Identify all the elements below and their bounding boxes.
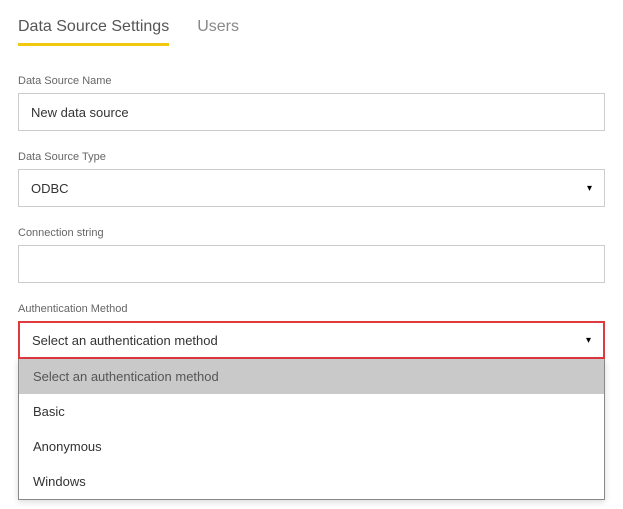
select-authentication-method[interactable]: Select an authentication method ▾ <box>18 321 605 359</box>
input-data-source-name[interactable] <box>18 93 605 131</box>
field-connection-string: Connection string <box>18 227 605 283</box>
field-authentication-method: Authentication Method Select an authenti… <box>18 303 605 500</box>
dropdown-option-windows[interactable]: Windows <box>19 464 604 499</box>
label-authentication-method: Authentication Method <box>18 303 605 315</box>
tab-users[interactable]: Users <box>197 12 239 46</box>
tab-data-source-settings[interactable]: Data Source Settings <box>18 12 169 46</box>
dropdown-authentication-method: Select an authentication method Basic An… <box>18 359 605 500</box>
label-data-source-type: Data Source Type <box>18 151 605 163</box>
select-authentication-method-value: Select an authentication method <box>32 333 218 348</box>
select-data-source-type-value: ODBC <box>31 181 69 196</box>
label-data-source-name: Data Source Name <box>18 75 605 87</box>
input-connection-string[interactable] <box>18 245 605 283</box>
select-data-source-type[interactable]: ODBC ▾ <box>18 169 605 207</box>
field-data-source-type: Data Source Type ODBC ▾ <box>18 151 605 207</box>
dropdown-option-anonymous[interactable]: Anonymous <box>19 429 604 464</box>
tab-bar: Data Source Settings Users <box>18 12 605 47</box>
field-data-source-name: Data Source Name <box>18 75 605 131</box>
label-connection-string: Connection string <box>18 227 605 239</box>
dropdown-option-placeholder[interactable]: Select an authentication method <box>19 359 604 394</box>
chevron-down-icon: ▾ <box>586 335 591 346</box>
chevron-down-icon: ▾ <box>587 183 592 194</box>
dropdown-option-basic[interactable]: Basic <box>19 394 604 429</box>
